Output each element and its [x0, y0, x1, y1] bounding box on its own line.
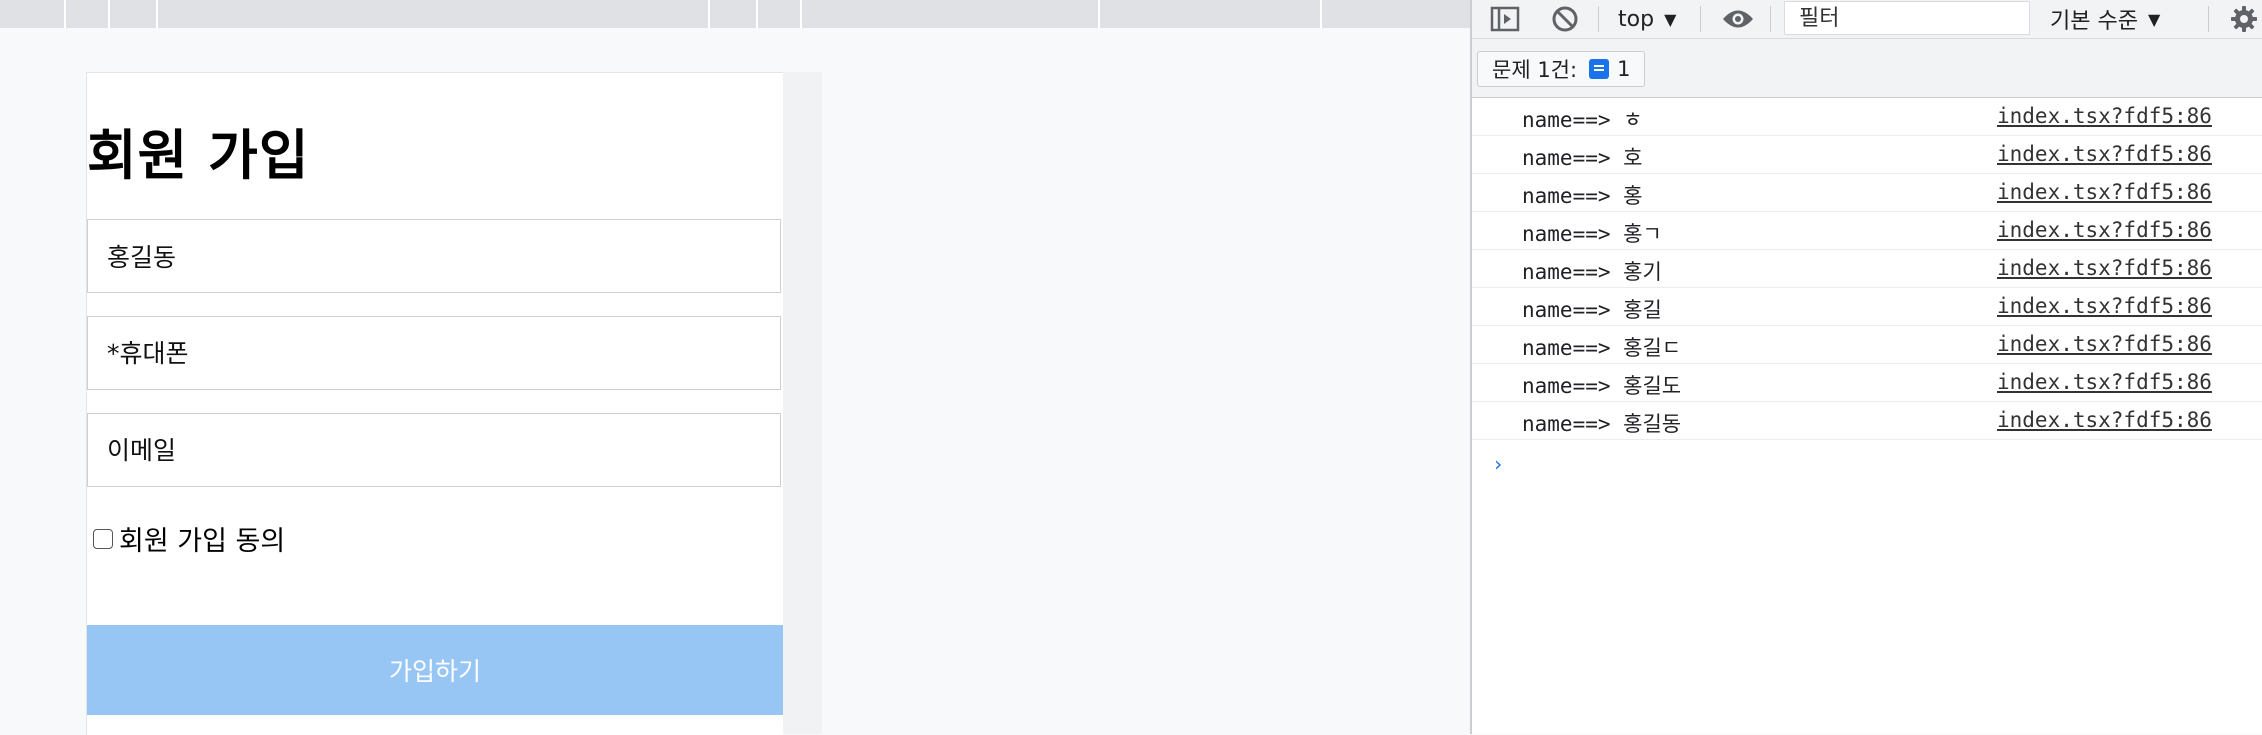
- name-input[interactable]: [87, 219, 781, 293]
- log-source-link[interactable]: index.tsx?fdf5:86: [1997, 104, 2212, 128]
- phone-input[interactable]: [87, 316, 781, 390]
- issues-button[interactable]: 문제 1건: 1: [1477, 51, 1646, 87]
- log-row: name==> 홍ㄱ index.tsx?fdf5:86: [1472, 212, 2262, 250]
- log-level-select[interactable]: 기본 수준 ▼: [2050, 4, 2160, 34]
- ruler-tick: [1320, 0, 1322, 28]
- log-message: name==> 홍길: [1522, 298, 1662, 322]
- issues-count: 1: [1617, 57, 1631, 81]
- email-input[interactable]: [87, 413, 781, 487]
- log-message: name==> 홍ㄱ: [1522, 222, 1662, 246]
- console-log: name==> ㅎ index.tsx?fdf5:86 name==> 호 in…: [1472, 98, 2262, 440]
- log-source-link[interactable]: index.tsx?fdf5:86: [1997, 408, 2212, 432]
- ruler-tick: [756, 0, 758, 28]
- log-row: name==> 홍길동 index.tsx?fdf5:86: [1472, 402, 2262, 440]
- log-message: name==> 홍기: [1522, 260, 1662, 284]
- log-level-label: 기본 수준: [2050, 9, 2138, 34]
- sidebar-toggle-icon[interactable]: [1488, 4, 1522, 34]
- log-source-link[interactable]: index.tsx?fdf5:86: [1997, 256, 2212, 280]
- issues-bar: 문제 1건: 1: [1472, 39, 2262, 98]
- page-title: 회원 가입: [87, 124, 310, 187]
- log-row: name==> 홍길ㄷ index.tsx?fdf5:86: [1472, 326, 2262, 364]
- log-message: name==> 홍길ㄷ: [1522, 336, 1682, 360]
- log-source-link[interactable]: index.tsx?fdf5:86: [1997, 180, 2212, 204]
- toolbar-separator: [1700, 6, 1701, 32]
- device-ruler: [0, 0, 1470, 28]
- agree-row: 회원 가입 동의: [93, 519, 285, 558]
- log-source-link[interactable]: index.tsx?fdf5:86: [1997, 370, 2212, 394]
- chevron-down-icon: ▼: [1664, 9, 1677, 29]
- log-row: name==> 홍길 index.tsx?fdf5:86: [1472, 288, 2262, 326]
- signup-form: 회원 가입 회원 가입 동의 가입하기: [86, 72, 783, 735]
- log-row: name==> 홍길도 index.tsx?fdf5:86: [1472, 364, 2262, 402]
- console-prompt-icon[interactable]: ›: [1492, 452, 1504, 476]
- gear-icon[interactable]: [2228, 4, 2260, 34]
- log-row: name==> ㅎ index.tsx?fdf5:86: [1472, 98, 2262, 136]
- clear-console-icon[interactable]: [1548, 4, 1582, 34]
- ruler-tick: [1098, 0, 1100, 28]
- ruler-tick: [708, 0, 710, 28]
- log-source-link[interactable]: index.tsx?fdf5:86: [1997, 332, 2212, 356]
- log-row: name==> 홍 index.tsx?fdf5:86: [1472, 174, 2262, 212]
- page-viewport: 회원 가입 회원 가입 동의 가입하기: [0, 0, 1470, 735]
- signup-submit-button[interactable]: 가입하기: [87, 625, 783, 715]
- console-toolbar: top ▼ 기본 수준 ▼: [1472, 0, 2262, 39]
- log-row: name==> 홍기 index.tsx?fdf5:86: [1472, 250, 2262, 288]
- log-message: name==> 호: [1522, 146, 1643, 170]
- chevron-down-icon: ▼: [2147, 9, 2161, 29]
- context-select[interactable]: top ▼: [1618, 4, 1676, 34]
- card-shadow: [782, 72, 822, 734]
- log-message: name==> 홍길도: [1522, 374, 1682, 398]
- log-message: name==> 홍: [1522, 184, 1643, 208]
- ruler-tick: [156, 0, 158, 28]
- toolbar-separator: [2208, 6, 2209, 32]
- ruler-tick: [108, 0, 110, 28]
- log-source-link[interactable]: index.tsx?fdf5:86: [1997, 218, 2212, 242]
- log-row: name==> 호 index.tsx?fdf5:86: [1472, 136, 2262, 174]
- ruler-tick: [800, 0, 802, 28]
- log-source-link[interactable]: index.tsx?fdf5:86: [1997, 142, 2212, 166]
- context-select-label: top: [1618, 6, 1655, 32]
- devtools-panel: top ▼ 기본 수준 ▼: [1470, 0, 2262, 734]
- agree-label: 회원 가입 동의: [119, 526, 286, 557]
- log-message: name==> 홍길동: [1522, 412, 1682, 436]
- toolbar-separator: [1598, 6, 1599, 32]
- message-icon: [1589, 59, 1610, 79]
- issues-label: 문제 1건:: [1492, 58, 1578, 82]
- agree-checkbox[interactable]: [93, 528, 113, 549]
- log-source-link[interactable]: index.tsx?fdf5:86: [1997, 294, 2212, 318]
- ruler-tick: [64, 0, 66, 28]
- filter-input[interactable]: [1784, 1, 2030, 35]
- log-message: name==> ㅎ: [1522, 108, 1643, 132]
- toolbar-separator: [1770, 6, 1771, 32]
- eye-icon[interactable]: [1718, 4, 1758, 34]
